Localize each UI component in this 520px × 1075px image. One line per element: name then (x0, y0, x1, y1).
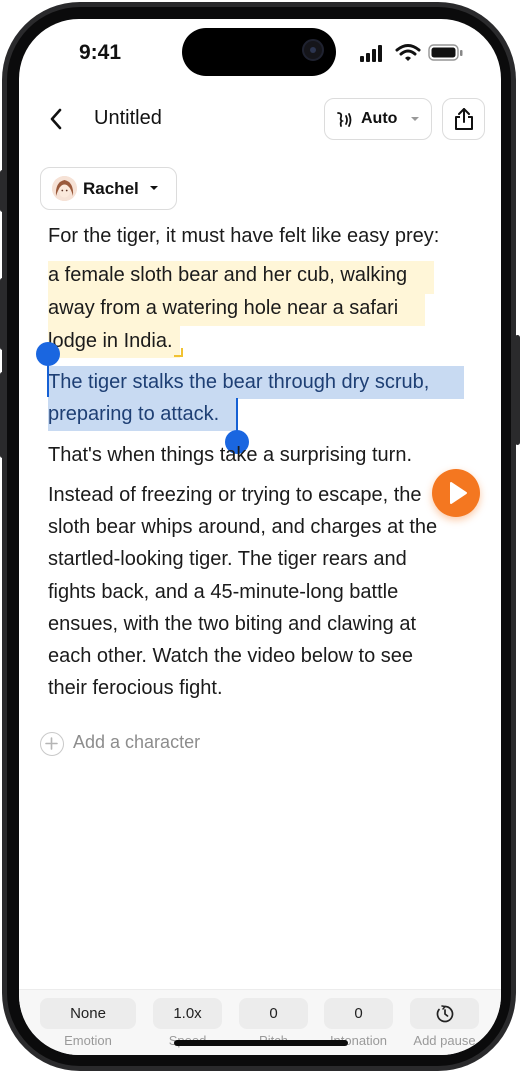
intonation-chip[interactable]: 0 (324, 998, 393, 1029)
app-screen: 9:41 Untitled Auto Rachel For the tiger,… (19, 19, 501, 1055)
intro-paragraph[interactable]: For the tiger, it must have felt like ea… (48, 220, 488, 252)
caret-down-icon (150, 186, 158, 190)
body-line[interactable]: sloth bear whips around, and charges at … (48, 511, 488, 543)
highlight-line[interactable]: away from a watering hole near a safari (48, 292, 488, 324)
body-line[interactable]: each other. Watch the video below to see (48, 640, 488, 672)
pitch-chip[interactable]: 0 (239, 998, 308, 1029)
signal-icon (360, 45, 382, 62)
play-icon (450, 482, 467, 504)
front-camera (302, 39, 324, 61)
volume-up-button (0, 278, 5, 350)
voice-wave-icon (337, 112, 352, 127)
add-pause-label: Add pause (413, 1033, 476, 1048)
highlight-line[interactable]: a female sloth bear and her cub, walking (48, 259, 488, 291)
status-time: 9:41 (79, 41, 122, 64)
character-name: Rachel (83, 179, 139, 198)
document-title: Untitled (94, 107, 162, 129)
emotion-label: Emotion (64, 1033, 112, 1048)
emotion-chip[interactable]: None (40, 998, 136, 1029)
side-button (515, 335, 520, 445)
voice-mode-label: Auto (361, 110, 398, 127)
back-chevron-icon[interactable] (47, 107, 67, 131)
highlight-line[interactable]: lodge in India. (48, 325, 488, 357)
character-avatar (52, 176, 77, 201)
body-line[interactable]: Instead of freezing or trying to escape,… (48, 479, 488, 511)
battery-icon (428, 44, 463, 61)
paragraph-turn[interactable]: That's when things take a surprising tur… (48, 439, 488, 471)
play-button[interactable] (432, 469, 480, 517)
selection-end-caret (236, 398, 238, 432)
body-line[interactable]: their ferocious fight. (48, 672, 488, 704)
share-icon (455, 108, 473, 130)
add-character-button[interactable]: Add a character (73, 732, 200, 753)
selection-start-handle[interactable] (36, 342, 60, 366)
body-line[interactable]: startled-looking tiger. The tiger rears … (48, 543, 488, 575)
volume-down-button (0, 372, 5, 458)
speed-chip[interactable]: 1.0x (153, 998, 222, 1029)
selected-line[interactable]: preparing to attack. (48, 398, 488, 430)
highlight-corner-mark (174, 348, 183, 357)
body-line[interactable]: ensues, with the two biting and clawing … (48, 608, 488, 640)
add-character-plus-icon[interactable] (40, 732, 64, 756)
pause-timer-icon (436, 1005, 453, 1023)
caret-down-icon (411, 117, 419, 121)
action-button (0, 170, 5, 212)
add-pause-chip[interactable] (410, 998, 479, 1029)
selected-line[interactable]: The tiger stalks the bear through dry sc… (48, 366, 488, 398)
home-indicator (174, 1040, 348, 1046)
wifi-icon (395, 44, 421, 61)
selection-start-caret (47, 364, 49, 397)
body-line[interactable]: fights back, and a 45-minute-long battle (48, 576, 488, 608)
